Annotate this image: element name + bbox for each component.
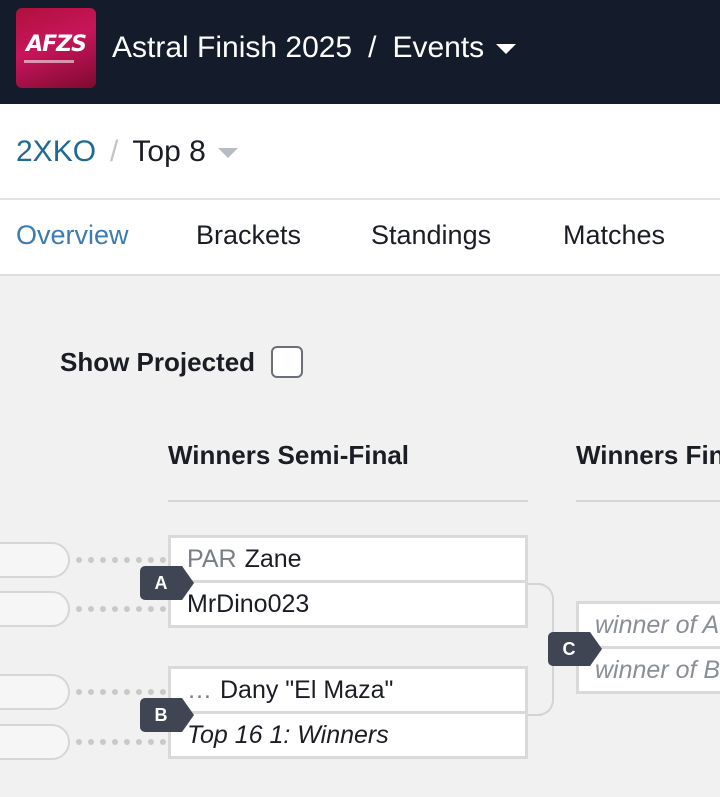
tab-standings[interactable]: Standings [371, 220, 491, 251]
tab-brackets[interactable]: Brackets [196, 220, 301, 251]
header-separator: / [368, 31, 377, 64]
match-b-slot-1[interactable]: … Dany "El Maza" [171, 669, 525, 711]
match-identifier-badge: B [140, 698, 194, 732]
chevron-down-icon[interactable] [496, 44, 517, 54]
previous-round-slot [0, 591, 70, 627]
dotted-connector [76, 557, 166, 563]
breadcrumb-game-link[interactable]: 2XKO [16, 135, 96, 169]
breadcrumb: 2XKO / Top 8 [16, 132, 238, 172]
event-name[interactable]: Astral Finish 2025 [112, 31, 352, 65]
player-name: Zane [244, 544, 302, 573]
previous-round-slot [0, 542, 70, 578]
logo-stripe [24, 60, 74, 63]
round-title-winners-final: Winners Final [576, 440, 720, 470]
chevron-down-icon[interactable] [217, 148, 238, 158]
match-identifier-badge: A [140, 566, 194, 600]
logo-text: AFZS [26, 32, 87, 57]
match-a[interactable]: PAR Zane MrDino023 [168, 535, 528, 628]
projected-slot-label: winner of A [595, 610, 720, 639]
dotted-connector [76, 739, 166, 745]
player-name: MrDino023 [187, 589, 310, 618]
pending-slot-label: Top 16 1: Winners [187, 720, 389, 749]
tab-bar: Overview Brackets Standings Matches [0, 200, 720, 276]
round-divider [168, 500, 528, 502]
match-identifier-badge: C [548, 632, 602, 666]
breadcrumb-bar: 2XKO / Top 8 [0, 104, 720, 200]
event-title[interactable]: Astral Finish 2025 / Events [112, 28, 517, 68]
tab-overview[interactable]: Overview [16, 220, 129, 251]
show-projected-checkbox[interactable] [271, 346, 304, 378]
match-a-slot-2[interactable]: MrDino023 [171, 583, 525, 625]
previous-round-slot [0, 724, 70, 760]
projected-slot-label: winner of B [595, 655, 720, 684]
match-a-slot-1[interactable]: PAR Zane [171, 538, 525, 580]
team-prefix: PAR [187, 544, 237, 573]
player-name: Dany "El Maza" [220, 675, 394, 704]
phase-selector[interactable]: Top 8 [132, 135, 205, 169]
previous-round-slot [0, 674, 70, 710]
dotted-connector [76, 689, 166, 695]
round-divider [576, 500, 720, 502]
show-projected-toggle: Show Projected [60, 346, 304, 378]
breadcrumb-separator: / [110, 135, 119, 168]
dotted-connector [76, 606, 166, 612]
top-header: AFZS Astral Finish 2025 / Events [0, 0, 720, 104]
show-projected-label: Show Projected [60, 346, 256, 377]
match-b[interactable]: … Dany "El Maza" Top 16 1: Winners [168, 666, 528, 759]
tab-matches[interactable]: Matches [563, 220, 665, 251]
round-title-winners-semi-final: Winners Semi-Final [168, 440, 410, 470]
match-b-slot-2[interactable]: Top 16 1: Winners [171, 714, 525, 756]
events-menu-label[interactable]: Events [392, 31, 484, 65]
event-logo[interactable]: AFZS [16, 8, 96, 88]
